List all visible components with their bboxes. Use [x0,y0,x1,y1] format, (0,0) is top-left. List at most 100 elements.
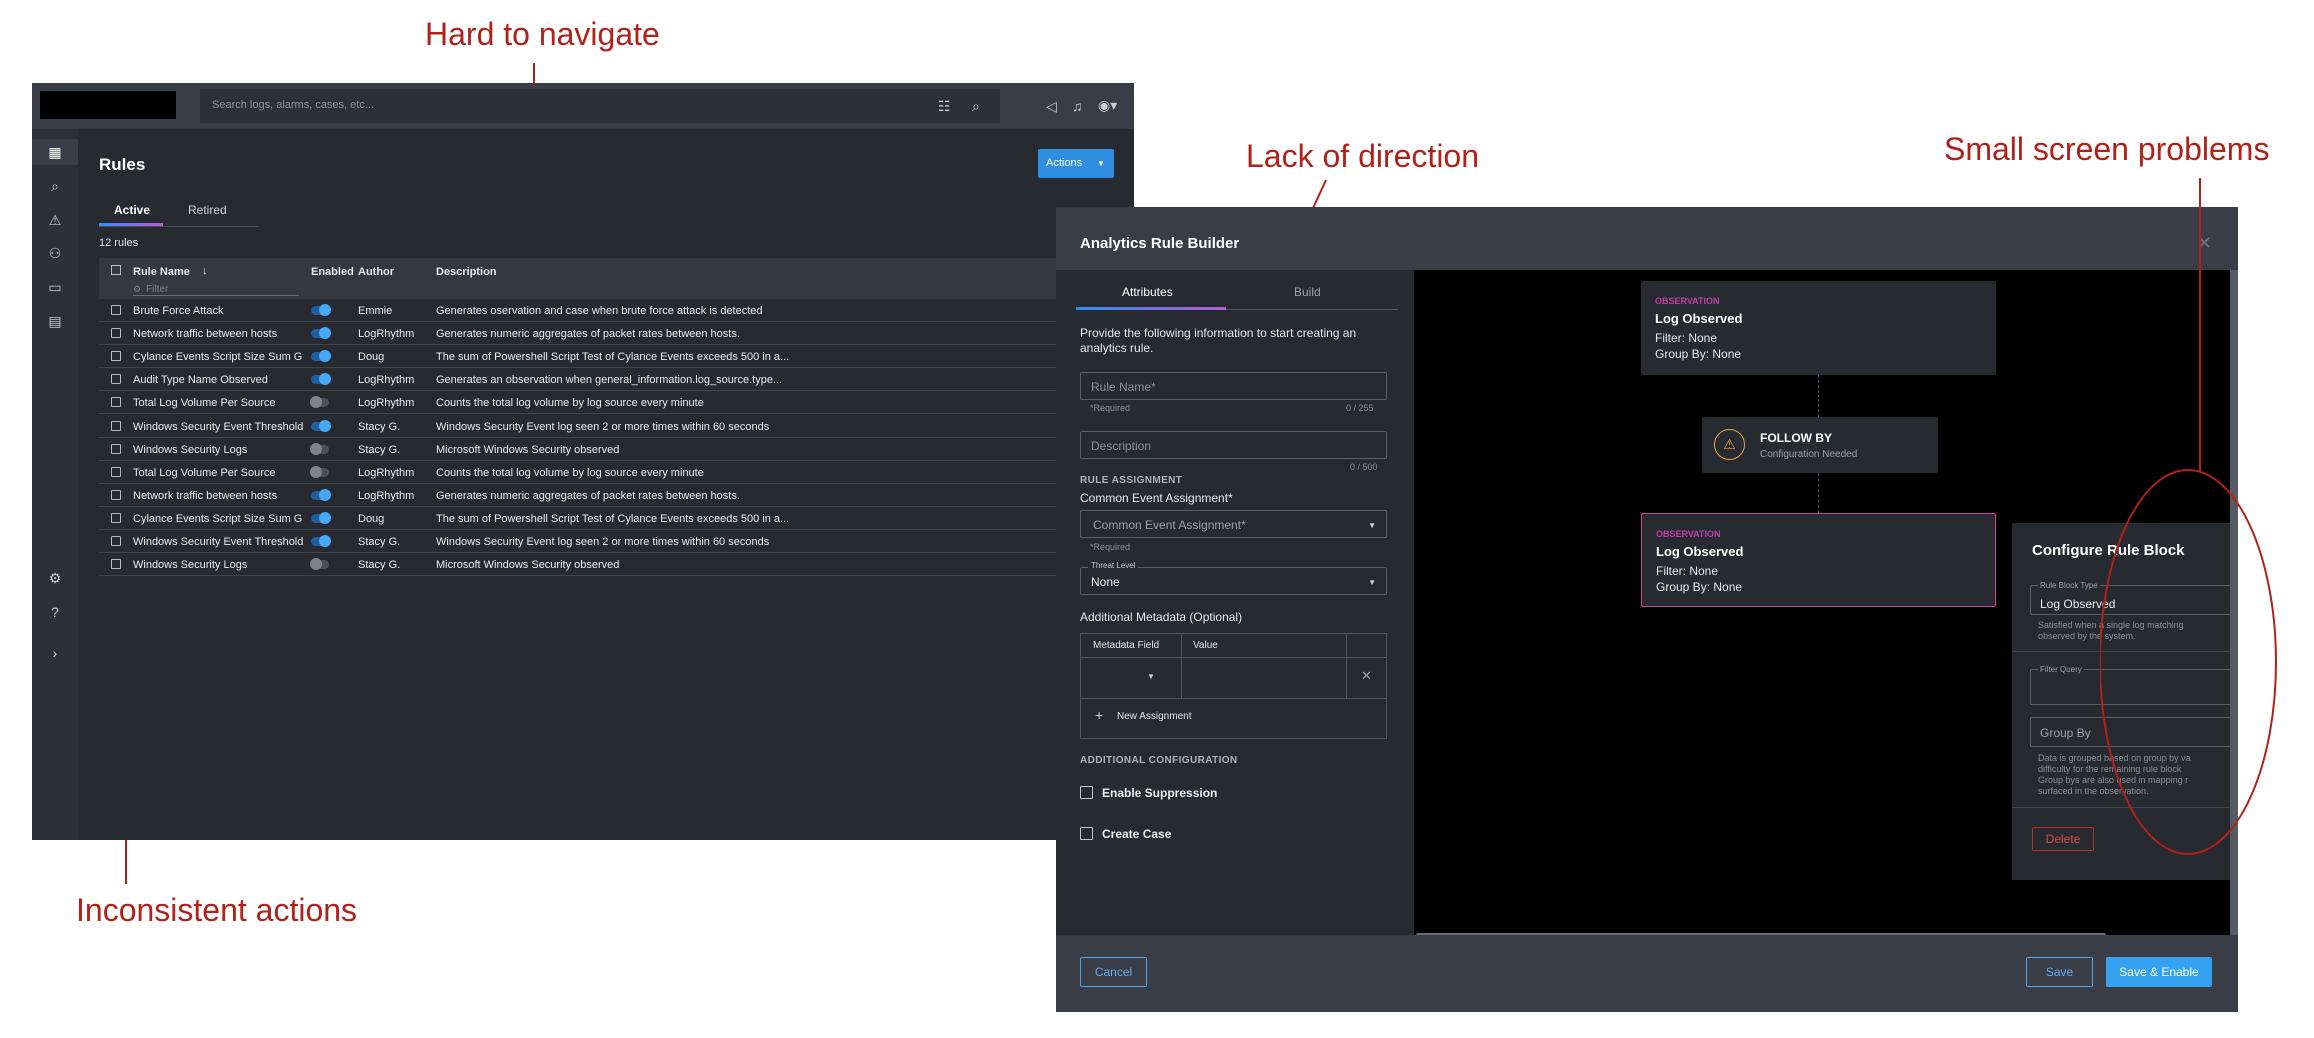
table-row[interactable]: Network traffic between hosts LogRhythm Ge… [99,322,1134,346]
user-icon[interactable]: ◉▾ [1098,98,1117,112]
rule-name[interactable]: Network traffic between hosts [133,490,303,502]
filter-input[interactable]: ⚙ Filter [133,284,299,296]
chevron-right-icon[interactable]: › [46,646,64,660]
col-author[interactable]: Author [358,266,394,278]
row-checkbox[interactable] [111,328,121,339]
table-row[interactable]: Windows Security Logs Stacy G. Microsoft W… [99,438,1134,461]
users-icon[interactable]: ⚇ [46,246,64,260]
rule-author: Stacy G. [358,443,401,456]
top-bar: Search logs, alarms, cases, etc... ☷ ⌕ ◁… [32,83,1134,129]
description-input[interactable]: Description [1080,431,1387,459]
row-checkbox[interactable] [111,305,121,315]
tab-build[interactable]: Build [1294,285,1321,299]
rule-name-input[interactable]: Rule Name* [1080,372,1387,400]
sliders-icon[interactable]: ☷ [938,99,951,113]
table-row[interactable]: Network traffic between hosts LogRhythm Ge… [99,484,1134,507]
row-checkbox[interactable] [111,420,121,431]
col-enabled[interactable]: Enabled [311,266,354,278]
briefcase-icon[interactable]: ▭ [46,280,64,294]
bell-icon[interactable]: ♫ [1072,99,1083,113]
table-row[interactable]: Cylance Events Script Size Sum Greate Th… [99,507,1134,530]
enabled-toggle[interactable] [310,558,329,571]
enabled-toggle[interactable] [311,327,331,340]
table-row[interactable]: Windows Security Event Threshold Stacy G.… [99,415,1134,438]
table-row[interactable]: Audit Type Name Observed LogRhythm Generat… [99,368,1134,392]
enabled-toggle[interactable] [311,373,331,386]
metadata-field-dropdown[interactable]: ▼ [1147,672,1155,681]
actions-button[interactable]: Actions ▼ [1038,149,1114,178]
common-event-select[interactable]: Common Event Assignment* ▼ [1080,510,1387,538]
dashboard-icon[interactable]: ▦ [46,145,64,159]
row-checkbox[interactable] [111,443,121,454]
enabled-toggle[interactable] [311,535,331,547]
select-all-checkbox[interactable] [111,265,121,275]
new-assignment-button[interactable]: New Assignment [1117,711,1191,722]
observation-node-2[interactable]: OBSERVATION Log Observed Filter: None Gr… [1641,513,1996,607]
row-checkbox[interactable] [111,351,121,362]
enabled-toggle[interactable] [310,442,329,455]
table-row[interactable]: Brute Force Attack Emmie Generates oservat… [99,299,1134,322]
tab-retired[interactable]: Retired [188,203,227,217]
table-row[interactable]: Windows Security Logs Stacy G. Microsoft W… [99,553,1134,577]
rule-count: 12 rules [99,237,139,249]
row-checkbox[interactable] [111,512,121,523]
cancel-button[interactable]: Cancel [1080,957,1147,987]
tab-active[interactable]: Active [114,203,150,217]
rule-name[interactable]: Brute Force Attack [133,305,303,317]
sort-arrow-icon[interactable]: ↓ [202,265,208,277]
rule-name[interactable]: Windows Security Event Threshold [133,421,303,433]
rule-name[interactable]: Audit Type Name Observed [133,374,303,386]
rule-name[interactable]: Windows Security Logs [133,559,303,571]
threat-level-value: None [1091,575,1120,589]
alert-icon[interactable]: ⚠ [46,213,64,227]
reports-icon[interactable]: ▤ [46,314,64,328]
rule-name[interactable]: Windows Security Event Threshold [133,536,303,548]
delete-block-button[interactable]: Delete [2032,827,2094,851]
enabled-toggle[interactable] [311,304,331,316]
row-checkbox[interactable] [111,374,121,385]
enabled-toggle[interactable] [310,465,329,478]
gear-icon[interactable]: ⚙ [46,571,64,585]
rule-name[interactable]: Windows Security Logs [133,444,303,456]
save-button[interactable]: Save [2026,957,2093,987]
row-checkbox[interactable] [111,489,121,500]
analytics-rule-builder-dialog: Analytics Rule Builder ✕ Attributes Buil… [1056,207,2238,1012]
table-row[interactable]: Total Log Volume Per Source LogRhythm Coun… [99,461,1134,484]
global-search-input[interactable]: Search logs, alarms, cases, etc... ☷ ⌕ [200,89,1000,123]
table-row[interactable]: Total Log Volume Per Source LogRhythm Coun… [99,391,1134,415]
enabled-toggle[interactable] [311,350,331,363]
help-icon[interactable]: ? [46,605,64,619]
threat-level-select[interactable]: None ▼ [1080,567,1387,595]
rule-name[interactable]: Total Log Volume Per Source [133,467,303,479]
enabled-toggle[interactable] [311,419,331,432]
create-case-checkbox[interactable] [1080,827,1093,840]
rule-description: Generates numeric aggregates of packet r… [436,328,740,341]
remove-row-icon[interactable]: ✕ [1361,668,1372,684]
table-row[interactable]: Windows Security Event Threshold Stacy G.… [99,530,1134,553]
table-row[interactable]: Cylance Events Script Size Sum Greate Th… [99,345,1134,369]
search-icon[interactable]: ⌕ [46,179,64,193]
row-checkbox[interactable] [111,559,121,570]
col-description[interactable]: Description [436,266,497,278]
rule-name[interactable]: Cylance Events Script Size Sum Greate Th… [133,351,303,363]
col-rule-name[interactable]: Rule Name [133,266,190,278]
row-checkbox[interactable] [111,536,121,546]
enabled-toggle[interactable] [311,488,331,501]
enable-suppression-checkbox[interactable] [1080,786,1093,799]
rule-name[interactable]: Total Log Volume Per Source [133,397,303,409]
enabled-toggle[interactable] [310,396,329,409]
row-checkbox[interactable] [111,397,121,408]
rule-name[interactable]: Cylance Events Script Size Sum Greate Th… [133,513,303,525]
observation-node-1[interactable]: OBSERVATION Log Observed Filter: None Gr… [1641,281,1996,375]
enabled-toggle[interactable] [311,511,331,524]
row-checkbox[interactable] [111,466,121,477]
description-counter: 0 / 500 [1350,462,1378,472]
tab-attributes[interactable]: Attributes [1122,285,1173,299]
save-and-enable-button[interactable]: Save & Enable [2106,957,2212,987]
rule-name[interactable]: Network traffic between hosts [133,328,303,340]
search-icon[interactable]: ⌕ [972,99,980,113]
follow-by-node[interactable]: ⚠ FOLLOW BY Configuration Needed [1702,417,1938,473]
plus-icon[interactable]: + [1095,707,1103,723]
rule-author: LogRhythm [358,374,415,387]
megaphone-icon[interactable]: ◁ [1046,99,1057,113]
